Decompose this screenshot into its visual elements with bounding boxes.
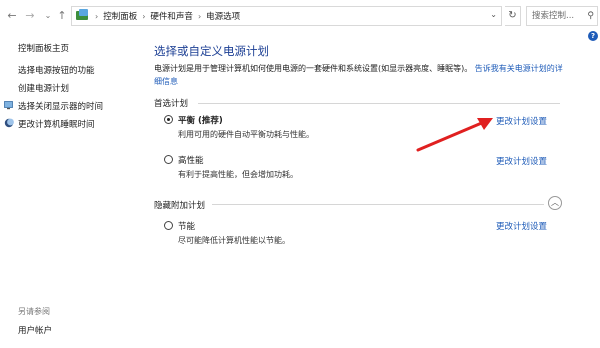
control-panel-icon xyxy=(76,9,90,23)
page-title: 选择或自定义电源计划 xyxy=(154,44,269,58)
refresh-icon[interactable]: ↻ xyxy=(505,6,521,26)
main-content: 选择或自定义电源计划 电源计划是用于管理计算机如何使用电源的一套硬件和系统设置(… xyxy=(150,33,590,348)
plan-name: 平衡 (推荐) xyxy=(178,116,223,126)
sidebar-item-user-accounts[interactable]: 用户帐户 xyxy=(18,324,52,336)
sidebar-item-label: 更改计算机睡眠时间 xyxy=(18,120,95,130)
address-dropdown-chevron-icon[interactable]: ⌄ xyxy=(490,10,497,19)
section-divider xyxy=(198,103,560,104)
moon-shield-icon xyxy=(4,118,14,128)
change-plan-settings-link[interactable]: 更改计划设置 xyxy=(496,115,547,127)
breadcrumb-hardware-sound[interactable]: 硬件和声音 xyxy=(150,10,193,22)
plan-description: 有利于提高性能，但会增加功耗。 xyxy=(178,170,298,179)
recent-locations-chevron-icon[interactable]: ⌄ xyxy=(41,9,55,23)
sidebar-item-sleep-time[interactable]: 更改计算机睡眠时间 xyxy=(4,118,95,130)
back-arrow-icon[interactable]: ← xyxy=(5,9,19,23)
sidebar-item-display-off[interactable]: 选择关闭显示器的时间 xyxy=(4,100,104,112)
search-input[interactable]: 搜索控制... ⚲ xyxy=(526,6,598,26)
forward-arrow-icon[interactable]: → xyxy=(23,9,37,23)
breadcrumb-separator-icon: › xyxy=(197,11,202,21)
sidebar-item-control-panel-home[interactable]: 控制面板主页 xyxy=(18,42,69,54)
breadcrumb-separator-icon: › xyxy=(142,11,146,21)
preferred-plans-heading: 首选计划 xyxy=(154,99,189,109)
section-divider xyxy=(212,204,544,205)
plan-name: 节能 xyxy=(178,222,196,232)
collapse-chevron-up-icon[interactable]: ︿ xyxy=(548,196,562,210)
sidebar-item-power-button[interactable]: 选择电源按钮的功能 xyxy=(18,64,95,76)
search-placeholder: 搜索控制... xyxy=(532,11,575,21)
plan-power-saver-radio[interactable] xyxy=(164,221,173,230)
breadcrumb-control-panel[interactable]: 控制面板 xyxy=(103,10,137,22)
plan-description: 利用可用的硬件自动平衡功耗与性能。 xyxy=(178,130,314,139)
change-plan-settings-link[interactable]: 更改计划设置 xyxy=(496,155,547,167)
breadcrumb-separator-icon: › xyxy=(95,11,99,21)
breadcrumb[interactable]: › 控制面板 › 硬件和声音 › 电源选项 ⌄ xyxy=(71,6,502,26)
sidebar-item-create-plan[interactable]: 创建电源计划 xyxy=(18,82,69,94)
plan-description: 尽可能降低计算机性能以节能。 xyxy=(178,236,290,245)
description-text: 电源计划是用于管理计算机如何使用电源的一套硬件和系统设置(如显示器亮度、睡眠等)… xyxy=(154,64,473,73)
up-arrow-icon[interactable]: ↑ xyxy=(55,9,69,23)
sidebar-item-label: 选择关闭显示器的时间 xyxy=(18,102,104,112)
breadcrumb-power-options[interactable]: 电源选项 xyxy=(206,10,240,22)
address-bar: ← → ⌄ ↑ › 控制面板 › 硬件和声音 › 电源选项 ⌄ ↻ 搜索控制..… xyxy=(0,0,600,33)
change-plan-settings-link[interactable]: 更改计划设置 xyxy=(496,220,547,232)
search-icon: ⚲ xyxy=(587,11,594,21)
plan-balanced-radio[interactable] xyxy=(164,115,173,124)
page-description: 电源计划是用于管理计算机如何使用电源的一套硬件和系统设置(如显示器亮度、睡眠等)… xyxy=(154,63,566,88)
display-shield-icon xyxy=(4,101,13,110)
see-also-heading: 另请参阅 xyxy=(18,307,50,316)
sidebar: 控制面板主页 选择电源按钮的功能 创建电源计划 选择关闭显示器的时间 更改计算机… xyxy=(0,33,140,348)
hidden-plans-heading: 隐藏附加计划 xyxy=(154,201,206,211)
plan-name: 高性能 xyxy=(178,156,204,166)
plan-high-performance-radio[interactable] xyxy=(164,155,173,164)
